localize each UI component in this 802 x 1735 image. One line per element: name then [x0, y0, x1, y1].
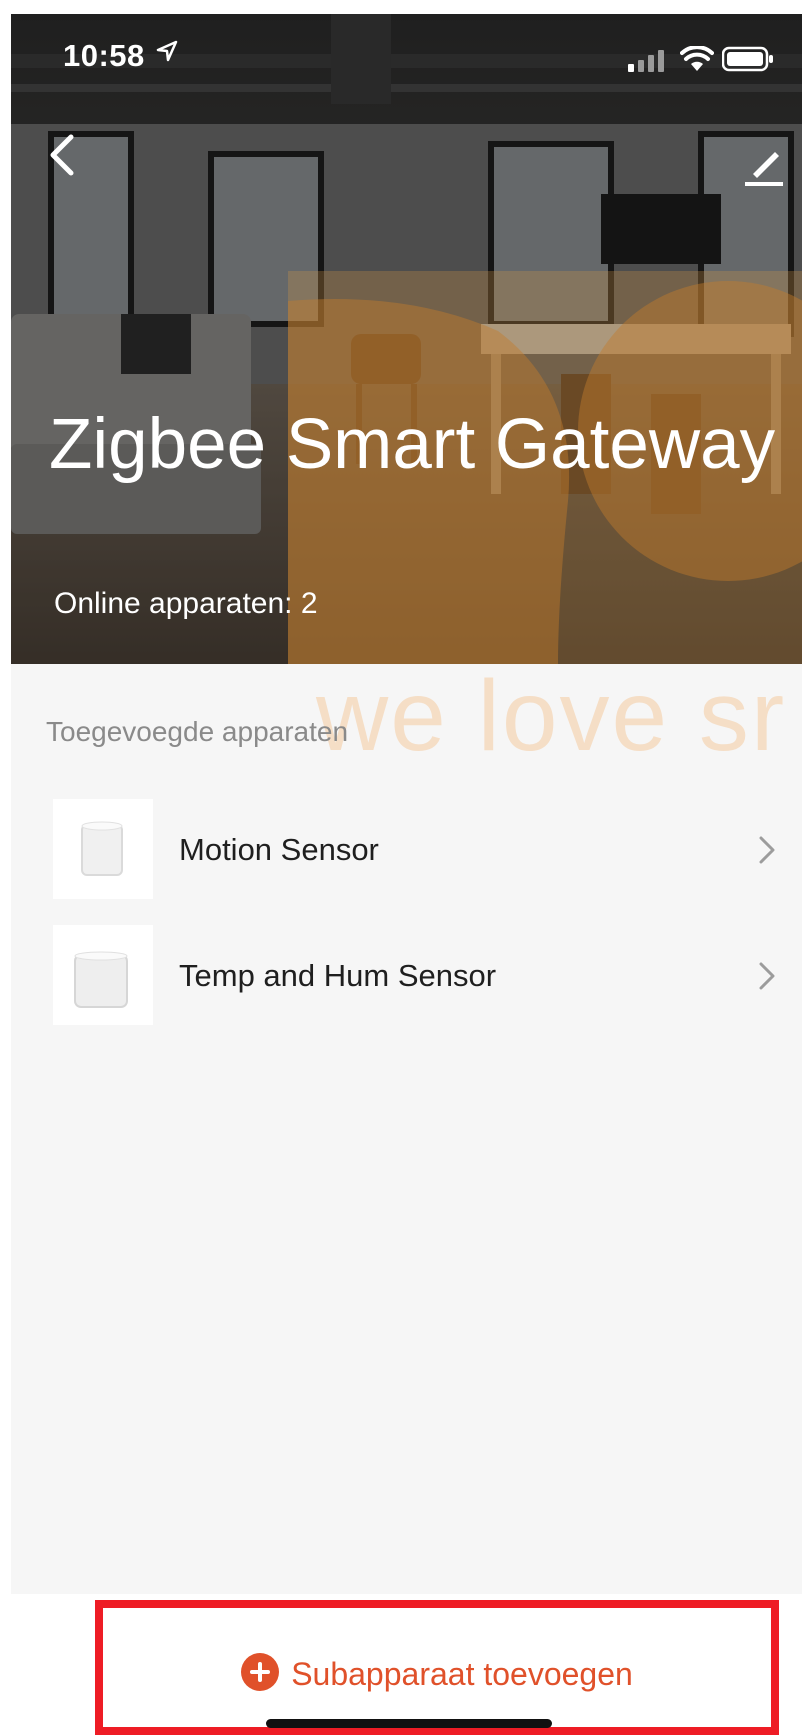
device-thumbnail — [53, 799, 153, 899]
status-time: 10:58 — [63, 38, 145, 73]
section-title-added-devices: Toegevoegde apparaten — [46, 716, 349, 747]
location-arrow-icon — [156, 40, 178, 62]
home-indicator[interactable] — [266, 1719, 552, 1728]
battery-icon — [722, 46, 773, 72]
list-item-motion-sensor[interactable]: Motion Sensor — [11, 794, 802, 904]
hero-header: 10:58 Zigbee Smart Gateway Online appara… — [11, 14, 802, 664]
add-subdevice-content: Subapparaat toevoegen — [103, 1652, 771, 1694]
add-subdevice-label: Subapparaat toevoegen — [291, 1656, 633, 1693]
temp-hum-sensor-image — [74, 951, 128, 1008]
motion-sensor-image — [81, 821, 123, 876]
edit-button[interactable] — [739, 136, 793, 190]
watermark-text: we love sr — [316, 660, 787, 772]
plus-circle-icon — [241, 1652, 280, 1691]
add-subdevice-button[interactable]: Subapparaat toevoegen — [95, 1600, 779, 1735]
pencil-icon — [745, 152, 783, 186]
app-page: 10:58 Zigbee Smart Gateway Online appara… — [0, 0, 802, 1735]
back-button[interactable] — [39, 129, 91, 181]
phone-screen: 10:58 Zigbee Smart Gateway Online appara… — [11, 14, 802, 1594]
wifi-icon — [680, 46, 714, 71]
page-title: Zigbee Smart Gateway — [49, 405, 776, 484]
list-item-temp-hum-sensor[interactable]: Temp and Hum Sensor — [11, 920, 802, 1030]
status-bar: 10:58 — [11, 14, 802, 94]
device-name: Motion Sensor — [179, 832, 379, 867]
device-thumbnail — [53, 925, 153, 1025]
chevron-right-icon — [759, 962, 775, 990]
chevron-right-icon — [759, 836, 775, 864]
chevron-left-icon — [50, 134, 74, 176]
online-devices-count: Online apparaten: 2 — [54, 587, 318, 620]
cellular-signal-icon — [628, 50, 664, 72]
device-name: Temp and Hum Sensor — [179, 958, 497, 993]
